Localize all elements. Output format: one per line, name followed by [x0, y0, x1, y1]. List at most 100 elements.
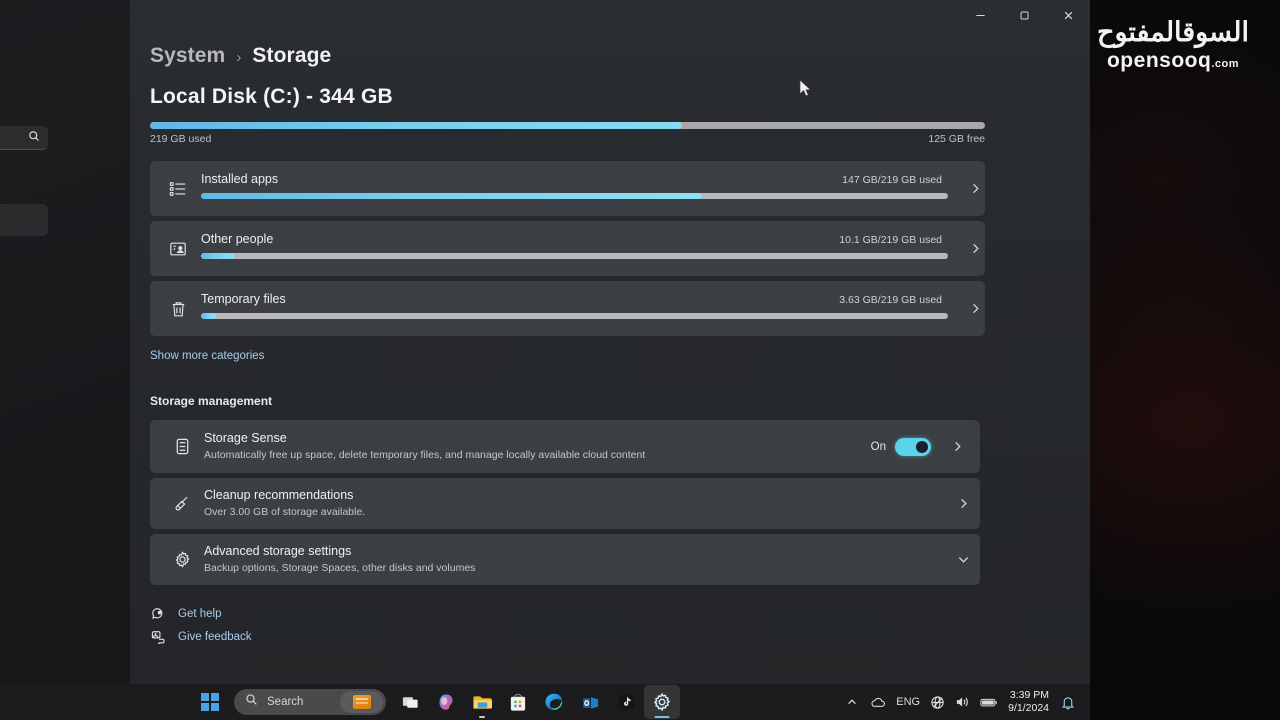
watermark-domain: .com: [1211, 57, 1239, 70]
taskbar-center-group: Search: [192, 684, 680, 720]
settings-content: System › Storage Local Disk (C:) - 344 G…: [150, 44, 1090, 684]
taskbar-search-placeholder: Search: [267, 696, 304, 708]
storage-category-body: Other people 10.1 GB/219 GB used: [192, 221, 958, 276]
disk-capacity-fill: [150, 122, 682, 129]
footer-link[interactable]: Give feedback: [150, 630, 1090, 644]
storage-category-body: Temporary files 3.63 GB/219 GB used: [192, 281, 958, 336]
storage-category-row[interactable]: Other people 10.1 GB/219 GB used: [150, 221, 985, 276]
storage-management-subtitle: Over 3.00 GB of storage available.: [204, 505, 366, 518]
storage-management-row[interactable]: Cleanup recommendations Over 3.00 GB of s…: [150, 478, 980, 529]
storage-management-body: Storage Sense Automatically free up space…: [200, 430, 871, 463]
watermark-english: opensooq.com: [1080, 49, 1266, 73]
other-people-icon: [164, 240, 192, 258]
storage-management-row[interactable]: Storage Sense Automatically free up space…: [150, 420, 980, 473]
taskbar-item-file-explorer[interactable]: [464, 685, 500, 719]
footer-link[interactable]: Get help: [150, 607, 1090, 621]
desktop-screen: System › Storage Local Disk (C:) - 344 G…: [0, 0, 1090, 720]
storage-category-list: Installed apps 147 GB/219 GB used Other pe…: [150, 161, 985, 336]
taskbar-item-copilot[interactable]: [428, 685, 464, 719]
breadcrumb-storage: Storage: [252, 44, 332, 67]
storage-category-bar: [201, 193, 948, 199]
taskbar-item-microsoft-store[interactable]: [500, 685, 536, 719]
broom-icon: [164, 494, 200, 514]
taskbar: Search ENG 3:39 PM 9/1/2024: [0, 684, 1090, 720]
storage-category-title: Other people: [201, 232, 274, 246]
drive-icon: [164, 437, 200, 456]
breadcrumb-system[interactable]: System: [150, 44, 225, 68]
storage-management-row[interactable]: Advanced storage settings Backup options,…: [150, 534, 980, 585]
opensooq-watermark: السوقالمفتوح opensooq.com: [1080, 17, 1266, 73]
disk-capacity-bar: [150, 122, 985, 129]
widget-thumbnail-icon[interactable]: [340, 691, 383, 713]
tray-clock[interactable]: 3:39 PM 9/1/2024: [1003, 689, 1056, 715]
watermark-arabic: السوقالمفتوح: [1097, 17, 1250, 47]
minimize-button[interactable]: [958, 0, 1002, 30]
storage-management-title: Cleanup recommendations: [204, 487, 354, 502]
help-icon: [150, 607, 166, 621]
show-more-categories-link[interactable]: Show more categories: [150, 350, 264, 362]
storage-category-value: 10.1 GB/219 GB used: [839, 234, 942, 246]
storage-category-bar-fill: [201, 253, 236, 259]
chevron-right-icon[interactable]: [958, 302, 992, 315]
taskbar-item-settings[interactable]: [644, 685, 680, 719]
trash-icon: [164, 300, 192, 318]
footer-link-label: Get help: [178, 608, 222, 620]
storage-management-body: Advanced storage settings Backup options,…: [200, 543, 946, 576]
storage-sense-toggle[interactable]: [895, 437, 931, 456]
start-button[interactable]: [192, 685, 228, 719]
tray-network-icon[interactable]: [925, 687, 950, 717]
list-icon: [164, 180, 192, 198]
storage-category-row[interactable]: Installed apps 147 GB/219 GB used: [150, 161, 985, 216]
storage-category-body: Installed apps 147 GB/219 GB used: [192, 161, 958, 216]
settings-window: System › Storage Local Disk (C:) - 344 G…: [130, 0, 1090, 684]
taskbar-item-outlook[interactable]: [572, 685, 608, 719]
background-search-box[interactable]: [0, 126, 48, 150]
feedback-icon: [150, 630, 166, 644]
search-icon: [245, 693, 258, 711]
storage-category-title: Installed apps: [201, 172, 279, 186]
chevron-right-icon[interactable]: [940, 440, 974, 453]
tray-time: 3:39 PM: [1009, 688, 1049, 701]
screenshot-root: System › Storage Local Disk (C:) - 344 G…: [0, 0, 1280, 720]
storage-category-bar: [201, 313, 948, 319]
storage-category-bar-fill: [201, 193, 703, 199]
storage-management-body: Cleanup recommendations Over 3.00 GB of s…: [200, 487, 946, 520]
tray-language-indicator[interactable]: ENG: [891, 687, 925, 717]
breadcrumb: System › Storage: [150, 44, 1090, 68]
storage-management-title: Storage Sense: [204, 430, 287, 445]
background-tile[interactable]: [0, 204, 48, 236]
taskbar-item-tiktok[interactable]: [608, 685, 644, 719]
disk-used-label: 219 GB used: [150, 133, 212, 145]
storage-sense-toggle-label: On: [870, 440, 886, 453]
gear-icon: [164, 550, 200, 569]
chevron-right-icon[interactable]: [946, 497, 980, 510]
storage-management-subtitle: Backup options, Storage Spaces, other di…: [204, 561, 476, 574]
taskbar-item-edge[interactable]: [536, 685, 572, 719]
storage-category-title: Temporary files: [201, 292, 286, 306]
disk-capacity-labels: 219 GB used 125 GB free: [150, 133, 985, 145]
tray-bell-icon[interactable]: [1056, 687, 1080, 717]
restore-button[interactable]: [1002, 0, 1046, 30]
taskbar-item-task-view[interactable]: [392, 685, 428, 719]
disk-capacity: 219 GB used 125 GB free: [150, 122, 985, 145]
search-icon: [28, 129, 40, 147]
storage-category-row[interactable]: Temporary files 3.63 GB/219 GB used: [150, 281, 985, 336]
tray-onedrive-icon[interactable]: [864, 687, 891, 717]
storage-sense-control: On: [870, 437, 980, 456]
storage-category-value: 3.63 GB/219 GB used: [839, 294, 942, 306]
chevron-right-icon[interactable]: [958, 242, 992, 255]
watermark-brand: opensooq: [1106, 48, 1212, 72]
tray-chevron-up-icon[interactable]: [840, 687, 864, 717]
footer-links: Get help Give feedback: [150, 607, 1090, 644]
page-title: Local Disk (C:) - 344 GB: [150, 85, 393, 108]
tray-battery-icon[interactable]: [975, 687, 1003, 717]
chevron-down-icon[interactable]: [946, 553, 980, 566]
taskbar-search-box[interactable]: Search: [234, 689, 386, 715]
tray-volume-icon[interactable]: [950, 687, 975, 717]
storage-category-value: 147 GB/219 GB used: [842, 174, 942, 186]
chevron-right-icon[interactable]: [958, 182, 992, 195]
breadcrumb-separator-icon: ›: [236, 49, 242, 66]
storage-management-subtitle: Automatically free up space, delete temp…: [204, 448, 646, 461]
storage-management-title: Advanced storage settings: [204, 543, 352, 558]
window-titlebar: [130, 0, 1090, 36]
